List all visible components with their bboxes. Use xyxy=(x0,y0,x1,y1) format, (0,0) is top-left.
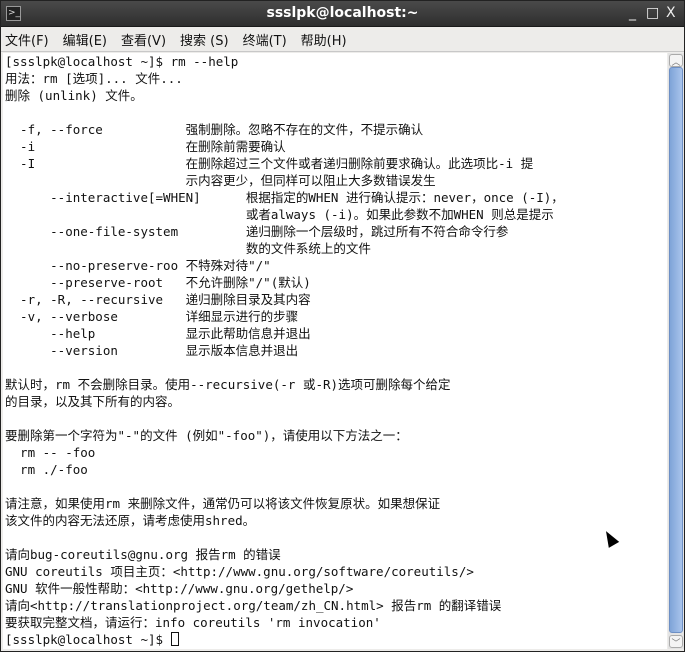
menu-view[interactable]: 查看(V) xyxy=(121,30,166,49)
menu-bar: 文件(F) 编辑(E) 查看(V) 搜索 (S) 终端(T) 帮助(H) xyxy=(1,27,684,52)
terminal-line: -r, -R, --recursive 递归删除目录及其内容 xyxy=(5,292,311,307)
terminal-line: 用法：rm [选项]... 文件... xyxy=(5,71,183,86)
scrollbar[interactable]: ︿ ﹀ xyxy=(668,53,684,649)
terminal-line: GNU coreutils 项目主页：<http://www.gnu.org/s… xyxy=(5,564,474,579)
terminal-line: 默认时，rm 不会删除目录。使用--recursive(-r 或-R)选项可删除… xyxy=(5,377,451,392)
menu-search[interactable]: 搜索 (S) xyxy=(180,30,229,49)
minimize-button[interactable]: _ xyxy=(629,5,636,21)
text-cursor xyxy=(170,632,179,646)
terminal-line: --help 显示此帮助信息并退出 xyxy=(5,326,311,341)
terminal-line: rm -- -foo xyxy=(5,445,96,460)
terminal-window: >_ ssslpk@localhost:~ _ □ X 文件(F) 编辑(E) … xyxy=(0,0,685,652)
terminal-output[interactable]: [ssslpk@localhost ~]$ rm --help 用法：rm [选项… xyxy=(3,53,667,649)
scroll-down-icon[interactable]: ﹀ xyxy=(669,635,683,649)
terminal-line: GNU 软件一般性帮助：<http://www.gnu.org/gethelp/… xyxy=(5,581,354,596)
terminal-line: 删除 (unlink) 文件。 xyxy=(5,88,143,103)
menu-edit[interactable]: 编辑(E) xyxy=(63,30,107,49)
terminal-line: 该文件的内容无法还原，请考虑使用shred。 xyxy=(5,513,256,528)
window-title: ssslpk@localhost:~ xyxy=(266,5,419,21)
menu-file[interactable]: 文件(F) xyxy=(5,30,49,49)
terminal-line: -v, --verbose 详细显示进行的步骤 xyxy=(5,309,299,324)
terminal-line: -I 在删除超过三个文件或者递归删除前要求确认。此选项比-i 提 xyxy=(5,156,534,171)
terminal-line: 要获取完整文档，请运行：info coreutils 'rm invocatio… xyxy=(5,615,381,630)
menu-help[interactable]: 帮助(H) xyxy=(301,30,347,49)
terminal-line: --version 显示版本信息并退出 xyxy=(5,343,299,358)
terminal-line: -i 在删除前需要确认 xyxy=(5,139,286,154)
menu-terminal[interactable]: 终端(T) xyxy=(243,30,287,49)
maximize-button[interactable]: □ xyxy=(646,5,659,21)
terminal-line: --no-preserve-roo 不特殊对待"/" xyxy=(5,258,271,273)
terminal-line: 要删除第一个字符为"-"的文件 (例如"-foo")，请使用以下方法之一： xyxy=(5,428,408,443)
terminal-line: --interactive[=WHEN] 根据指定的WHEN 进行确认提示：ne… xyxy=(5,190,564,205)
terminal-line: --one-file-system 递归删除一个层级时，跳过所有不符合命令行参 xyxy=(5,224,509,239)
scroll-up-icon[interactable]: ︿ xyxy=(669,54,683,68)
terminal-line: 请向<http://translationproject.org/team/zh… xyxy=(5,598,502,613)
terminal-line: 的目录，以及其下所有的内容。 xyxy=(5,394,181,409)
scrollbar-thumb[interactable] xyxy=(669,67,683,633)
terminal-line: --preserve-root 不允许删除"/"(默认) xyxy=(5,275,311,290)
terminal-line: 数的文件系统上的文件 xyxy=(5,241,371,256)
terminal-text: [ssslpk@localhost ~]$ rm --help 用法：rm [选项… xyxy=(3,53,667,648)
terminal-line: [ssslpk@localhost ~]$ rm --help xyxy=(5,54,239,69)
terminal-line: rm ./-foo xyxy=(5,462,88,477)
terminal-line: 示内容更少，但同样可以阻止大多数错误发生 xyxy=(5,173,436,188)
close-button[interactable]: X xyxy=(666,5,676,21)
terminal-line: 请注意，如果使用rm 来删除文件，通常仍可以将该文件恢复原状。如果想保证 xyxy=(5,496,441,511)
terminal-line: -f, --force 强制删除。忽略不存在的文件，不提示确认 xyxy=(5,122,424,137)
terminal-line: 请向bug-coreutils@gnu.org 报告rm 的错误 xyxy=(5,547,281,562)
prompt: [ssslpk@localhost ~]$ xyxy=(5,632,171,647)
prompt-line[interactable]: [ssslpk@localhost ~]$ xyxy=(5,631,665,648)
title-bar[interactable]: >_ ssslpk@localhost:~ _ □ X xyxy=(1,1,684,27)
terminal-line: 或者always (-i)。如果此参数不加WHEN 则总是提示 xyxy=(5,207,554,222)
